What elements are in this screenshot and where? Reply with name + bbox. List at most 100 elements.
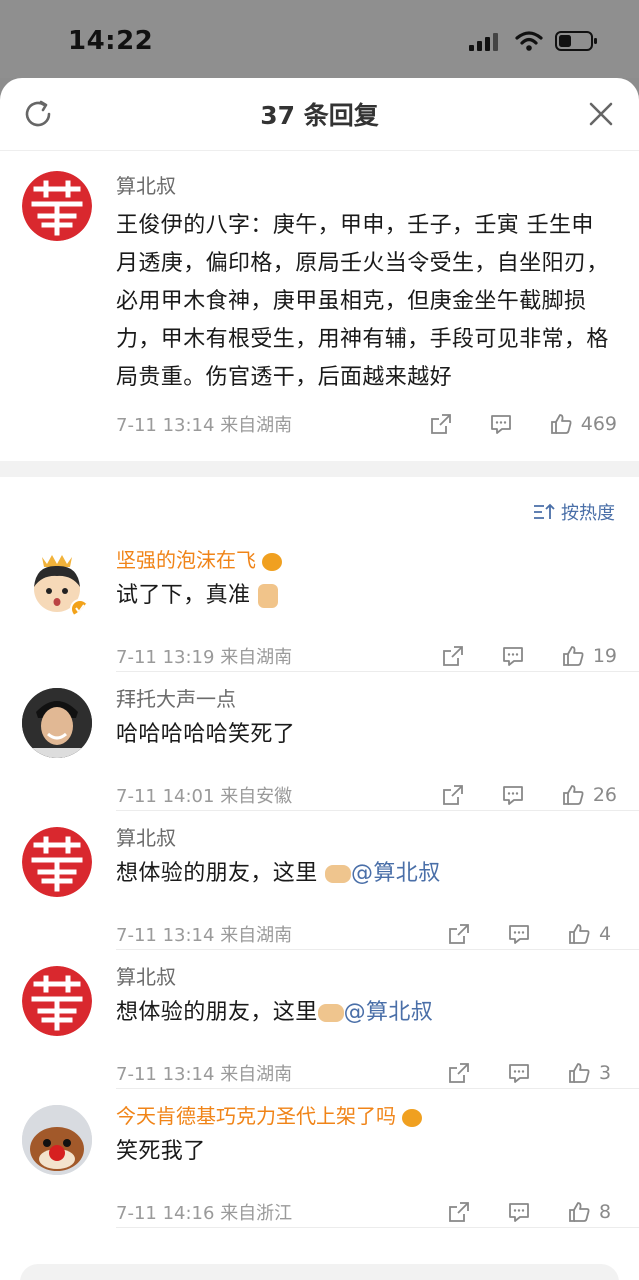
wifi-icon <box>515 31 543 51</box>
comment-icon[interactable] <box>501 783 525 807</box>
thumbs-up-emoji-icon <box>257 584 278 608</box>
reply-username[interactable]: 拜托大声一点 <box>116 686 617 712</box>
reply-username-text: 坚强的泡沫在飞 <box>116 548 256 572</box>
reply-date: 7-11 13:14 <box>116 1064 215 1085</box>
reply-text-content: 想体验的朋友，这里 <box>116 861 325 886</box>
like-icon[interactable] <box>567 1200 591 1224</box>
share-icon[interactable] <box>429 412 453 436</box>
like-icon[interactable] <box>561 783 585 807</box>
reply-date: 7-11 13:14 <box>116 925 215 946</box>
reply-item: 拜托大声一点 哈哈哈哈哈笑死了 7-11 14:01 来自安徽 26 <box>0 672 639 811</box>
comment-icon[interactable] <box>507 1061 531 1085</box>
comment-icon[interactable] <box>501 644 525 668</box>
reply-date: 7-11 13:19 <box>116 647 215 668</box>
reply-date: 7-11 14:01 <box>116 786 215 807</box>
reply-input-bar[interactable] <box>20 1264 619 1280</box>
comment-icon[interactable] <box>507 1200 531 1224</box>
reply-username[interactable]: 今天肯德基巧克力圣代上架了吗 <box>116 1103 617 1129</box>
reply-text: 试了下，真准 <box>116 581 617 611</box>
reply-item: 算北叔 想体验的朋友，这里 @算北叔 7-11 13:14 来自湖南 3 <box>0 950 639 1089</box>
sort-row: 按热度 <box>0 477 639 533</box>
vip-crown-icon <box>402 1108 423 1127</box>
comment-date-location: 7-11 13:14 来自湖南 <box>116 411 429 437</box>
comment-icon[interactable] <box>489 412 513 436</box>
sort-icon <box>534 503 555 519</box>
like-count: 4 <box>599 923 612 945</box>
reply-meta: 7-11 13:14 来自湖南 3 <box>116 1060 617 1086</box>
status-icons <box>469 30 599 52</box>
comment-icon[interactable] <box>507 922 531 946</box>
reply-location: 来自湖南 <box>220 925 293 946</box>
reply-text: 哈哈哈哈哈笑死了 <box>116 722 296 747</box>
avatar[interactable] <box>22 827 92 897</box>
sort-label: 按热度 <box>561 503 615 524</box>
like-count: 19 <box>592 645 617 667</box>
status-time: 14:22 <box>68 26 154 56</box>
like-count: 8 <box>599 1201 612 1223</box>
sheet-header: 37 条回复 <box>0 78 639 151</box>
comment-username[interactable]: 算北叔 <box>116 173 615 199</box>
like-icon[interactable] <box>549 412 573 436</box>
section-divider <box>0 461 639 477</box>
comment-actions: 469 <box>429 412 617 436</box>
mention-link[interactable]: @算北叔 <box>344 1000 434 1025</box>
share-icon[interactable] <box>447 922 471 946</box>
reply-location: 来自浙江 <box>220 1203 293 1224</box>
avatar[interactable] <box>22 966 92 1036</box>
avatar[interactable] <box>22 549 92 619</box>
share-icon[interactable] <box>441 783 465 807</box>
comment-meta: 7-11 13:14 来自湖南 469 <box>116 411 617 437</box>
reply-meta: 7-11 13:19 来自湖南 19 <box>116 643 617 669</box>
reply-username[interactable]: 算北叔 <box>116 825 617 851</box>
reply-username[interactable]: 算北叔 <box>116 964 617 990</box>
comment-date: 7-11 13:14 <box>116 415 215 436</box>
pointing-hand-emoji-icon <box>325 865 351 883</box>
seal-logo-icon <box>22 171 92 241</box>
reply-location: 来自安徽 <box>220 786 293 807</box>
share-icon[interactable] <box>441 644 465 668</box>
like-icon[interactable] <box>561 644 585 668</box>
reply-location: 来自湖南 <box>220 1064 293 1085</box>
avatar[interactable] <box>22 688 92 758</box>
battery-icon <box>555 31 597 51</box>
like-count: 469 <box>580 413 617 435</box>
reply-meta: 7-11 14:01 来自安徽 26 <box>116 782 617 808</box>
photo-avatar-icon <box>22 688 92 758</box>
share-icon[interactable] <box>447 1061 471 1085</box>
reply-item: 坚强的泡沫在飞 试了下，真准 7-11 13:19 来自湖南 19 <box>0 533 639 672</box>
sheet-title: 37 条回复 <box>260 101 379 130</box>
reply-username-text: 今天肯德基巧克力圣代上架了吗 <box>116 1104 396 1128</box>
comment-location: 来自湖南 <box>220 415 293 436</box>
avatar[interactable] <box>22 171 92 241</box>
signal-icon <box>469 33 498 51</box>
comment-text: 王俊伊的八字：庚午，甲申，壬子，壬寅 壬生申月透庚，偏印格，原局壬火当令受生，自… <box>116 213 609 390</box>
bird-avatar-icon <box>22 1105 92 1175</box>
seal-logo-icon <box>22 827 92 897</box>
sort-button[interactable]: 按热度 <box>533 499 615 525</box>
like-count: 3 <box>599 1062 612 1084</box>
reply-meta: 7-11 14:16 来自浙江 8 <box>116 1199 617 1225</box>
reply-date: 7-11 14:16 <box>116 1203 215 1224</box>
like-icon[interactable] <box>567 922 591 946</box>
reply-text: 想体验的朋友，这里 @算北叔 <box>116 859 617 889</box>
reply-username[interactable]: 坚强的泡沫在飞 <box>116 547 617 573</box>
mention-link[interactable]: @算北叔 <box>351 861 441 886</box>
close-icon[interactable] <box>585 98 617 130</box>
share-icon[interactable] <box>447 1200 471 1224</box>
like-count: 26 <box>592 784 617 806</box>
vip-crown-icon <box>262 552 283 571</box>
reply-location: 来自湖南 <box>220 647 293 668</box>
replies-sheet: 37 条回复 算北叔 王俊伊的八字：庚午，甲申，壬子，壬寅 壬生申月透庚，偏印格… <box>0 78 639 1280</box>
seal-logo-icon <box>22 966 92 1036</box>
reply-item: 算北叔 想体验的朋友，这里 @算北叔 7-11 13:14 来自湖南 4 <box>0 811 639 950</box>
reply-meta: 7-11 13:14 来自湖南 4 <box>116 921 617 947</box>
reply-separator <box>116 1227 639 1228</box>
reply-text-content: 想体验的朋友，这里 <box>116 1000 318 1025</box>
reply-item: 今天肯德基巧克力圣代上架了吗 笑死我了 7-11 14:16 来自浙江 8 <box>0 1089 639 1228</box>
reply-text-content: 试了下，真准 <box>116 583 251 608</box>
reply-text: 笑死我了 <box>116 1139 206 1164</box>
cartoon-avatar-icon <box>34 555 90 619</box>
like-icon[interactable] <box>567 1061 591 1085</box>
avatar[interactable] <box>22 1105 92 1175</box>
status-bar: 14:22 <box>0 0 639 78</box>
